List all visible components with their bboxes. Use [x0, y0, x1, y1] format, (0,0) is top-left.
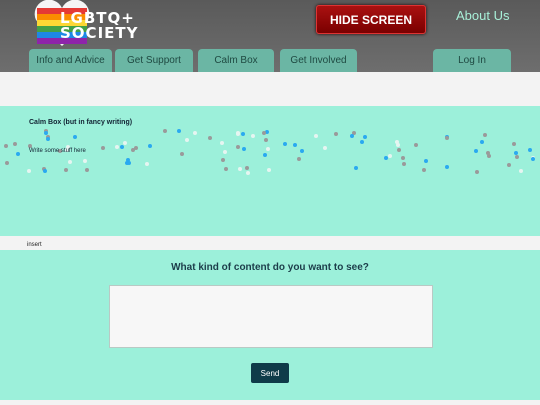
confetti-dot: [251, 134, 255, 138]
confetti-dot: [73, 135, 77, 139]
confetti-dot: [515, 155, 519, 159]
confetti-dot: [388, 154, 392, 158]
confetti-dot: [528, 148, 532, 152]
confetti-dot: [283, 142, 287, 146]
insert-label: insert: [27, 242, 42, 248]
confetti-dot: [350, 134, 354, 138]
confetti-dot: [263, 153, 267, 157]
confetti-dot: [134, 146, 138, 150]
confetti-dot: [208, 136, 212, 140]
confetti-dot: [483, 133, 487, 137]
confetti-dot: [43, 169, 47, 173]
confetti-dot: [267, 168, 271, 172]
confetti-dot: [246, 171, 250, 175]
confetti-dot: [85, 168, 89, 172]
confetti-dot: [512, 142, 516, 146]
confetti-dot: [262, 131, 266, 135]
confetti-dot: [145, 162, 149, 166]
confetti-dot: [354, 166, 358, 170]
confetti-dot: [193, 131, 197, 135]
confetti-dot: [220, 141, 224, 145]
confetti-dot: [519, 169, 523, 173]
about-us-link[interactable]: About Us: [456, 8, 509, 23]
confetti-dot: [242, 147, 246, 151]
confetti-dot: [148, 144, 152, 148]
confetti-dot: [27, 169, 31, 173]
site-header: LGBTQ+ SOCIETY HIDE SCREEN About Us Info…: [0, 0, 540, 72]
confetti-dot: [238, 167, 242, 171]
confetti-dot: [297, 157, 301, 161]
confetti-dot: [64, 168, 68, 172]
confetti-dot: [221, 158, 225, 162]
confetti-dot: [300, 149, 304, 153]
confetti-dot: [360, 140, 364, 144]
confetti-dot: [236, 131, 240, 135]
tab-info-and-advice[interactable]: Info and Advice: [29, 49, 112, 72]
confetti-dot: [245, 166, 249, 170]
confetti-dot: [474, 149, 478, 153]
confetti-dot: [414, 143, 418, 147]
hide-screen-button[interactable]: HIDE SCREEN: [316, 5, 426, 34]
tab-get-support[interactable]: Get Support: [115, 49, 193, 72]
confetti-dot: [13, 142, 17, 146]
confetti-dot: [125, 161, 129, 165]
confetti-dot: [445, 136, 449, 140]
confetti-dot: [487, 154, 491, 158]
confetti-dot: [266, 147, 270, 151]
confetti-dot: [223, 150, 227, 154]
confetti-dot: [397, 148, 401, 152]
confetti-dot: [422, 168, 426, 172]
confetti-dot: [177, 129, 181, 133]
confetti-dot: [401, 156, 405, 160]
confetti-dot: [424, 159, 428, 163]
logo-text: LGBTQ+ SOCIETY: [60, 11, 138, 41]
confetti-dot: [507, 163, 511, 167]
confetti-dot: [396, 143, 400, 147]
calm-box-title: Calm Box (but in fancy writing): [29, 119, 133, 126]
confetti-dot: [334, 132, 338, 136]
confetti-dot: [241, 132, 245, 136]
confetti-dot: [363, 135, 367, 139]
confetti-dot: [163, 129, 167, 133]
confetti-dot: [180, 152, 184, 156]
confetti-dot: [185, 138, 189, 142]
confetti-dot: [5, 161, 9, 165]
confetti-dot: [264, 138, 268, 142]
confetti-dot: [323, 146, 327, 150]
feedback-question: What kind of content do you want to see?: [171, 262, 369, 273]
confetti-dot: [314, 134, 318, 138]
confetti-dot: [46, 137, 50, 141]
confetti-dot: [402, 162, 406, 166]
confetti-dot: [16, 152, 20, 156]
calm-box-text: Write some stuff here: [29, 148, 86, 154]
confetti-dot: [68, 160, 72, 164]
tab-get-involved[interactable]: Get Involved: [280, 49, 357, 72]
content-textarea[interactable]: [109, 285, 433, 348]
confetti-dot: [101, 146, 105, 150]
confetti-dot: [445, 165, 449, 169]
confetti-dot: [120, 145, 124, 149]
confetti-dot: [531, 157, 535, 161]
confetti-dot: [475, 170, 479, 174]
confetti-dot: [123, 141, 127, 145]
confetti-dot: [224, 167, 228, 171]
login-button[interactable]: Log In: [433, 49, 511, 72]
confetti-dot: [115, 145, 119, 149]
confetti-dot: [4, 144, 8, 148]
send-button[interactable]: Send: [251, 363, 289, 383]
tab-calm-box[interactable]: Calm Box: [198, 49, 274, 72]
confetti-dot: [83, 159, 87, 163]
confetti-dot: [236, 145, 240, 149]
confetti-dot: [480, 140, 484, 144]
logo-line-2: SOCIETY: [60, 24, 139, 42]
confetti-dot: [293, 143, 297, 147]
